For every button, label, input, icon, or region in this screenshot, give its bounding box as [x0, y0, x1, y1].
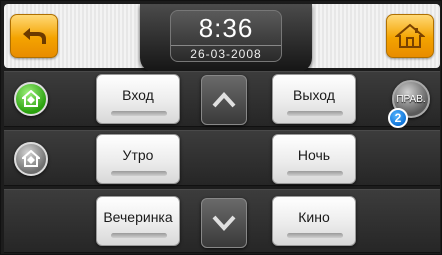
app-frame: 8:36 26-03-2008 Вход Выход ПРАВ. 2 Утро …: [0, 0, 442, 255]
scene-indicator-bar: [287, 111, 343, 116]
scene-button-kino[interactable]: Кино: [272, 196, 356, 246]
scene-button-utro[interactable]: Утро: [96, 134, 180, 184]
scene-button-vhod[interactable]: Вход: [96, 74, 180, 124]
scene-label: Вход: [122, 87, 154, 103]
rules-count-badge: 2: [388, 108, 408, 128]
back-arrow-icon: [23, 28, 46, 44]
rules-label: ПРАВ.: [396, 94, 426, 105]
home-icon: [395, 23, 425, 48]
scene-label: Кино: [298, 209, 330, 225]
status-toggle-active[interactable]: [14, 82, 48, 116]
scene-indicator-bar: [111, 233, 167, 238]
scene-indicator-bar: [111, 171, 167, 176]
scene-indicator-bar: [111, 111, 167, 116]
scene-label: Выход: [293, 87, 335, 103]
scene-label: Вечеринка: [103, 209, 173, 225]
home-button[interactable]: [386, 14, 434, 58]
arrow-down-icon: [212, 215, 236, 231]
scroll-down-button[interactable]: [201, 198, 247, 248]
scene-label: Ночь: [297, 147, 331, 163]
home-shield-icon: [22, 90, 40, 107]
scene-row-3: Вечеринка Кино: [4, 189, 440, 253]
scene-indicator-bar: [287, 171, 343, 176]
scene-row-1: Вход Выход ПРАВ. 2: [4, 71, 440, 128]
scene-indicator-bar: [287, 233, 343, 238]
arrow-up-icon: [212, 92, 236, 108]
clock-date: 26-03-2008: [171, 45, 281, 61]
scene-button-noch[interactable]: Ночь: [272, 134, 356, 184]
scene-button-vyhod[interactable]: Выход: [272, 74, 356, 124]
clock-time: 8:36: [198, 13, 254, 43]
scene-row-2: Утро Ночь: [4, 130, 440, 186]
scene-button-vecherinka[interactable]: Вечеринка: [96, 196, 180, 246]
scroll-up-button[interactable]: [201, 75, 247, 125]
back-button[interactable]: [10, 14, 58, 58]
scene-label: Утро: [122, 147, 154, 163]
top-bar: 8:36 26-03-2008: [4, 4, 440, 72]
clock-display: 8:36 26-03-2008: [140, 4, 312, 72]
clock-panel: 8:36 26-03-2008: [170, 10, 282, 62]
home-shield-icon: [22, 150, 40, 167]
status-toggle-inactive[interactable]: [14, 142, 48, 176]
